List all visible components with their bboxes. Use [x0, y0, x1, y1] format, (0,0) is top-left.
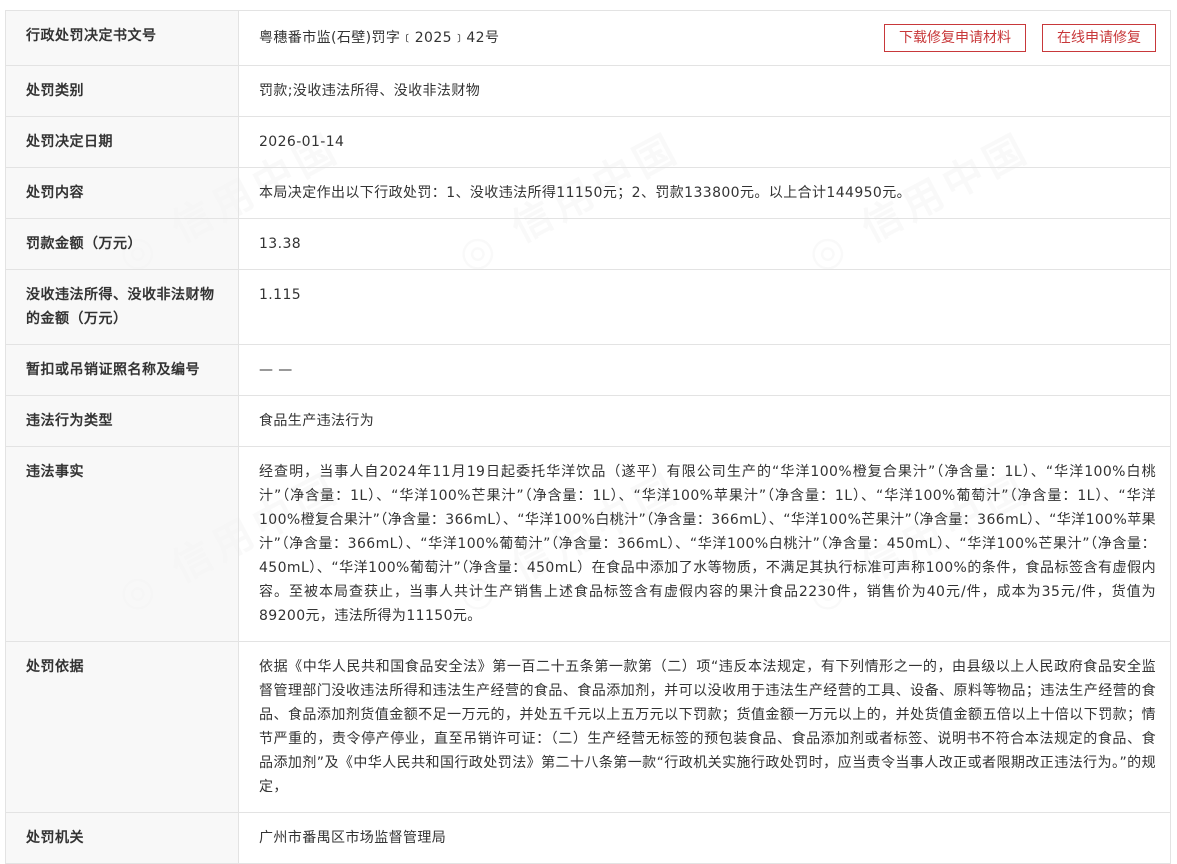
- row-label: 处罚类别: [5, 65, 239, 117]
- row-label: 处罚依据: [5, 641, 239, 813]
- row-value: 罚款;没收违法所得、没收非法财物: [238, 65, 1171, 117]
- row-label: 处罚机关: [5, 812, 239, 864]
- row-value: 1.115: [238, 269, 1171, 345]
- table-row: 处罚内容 本局决定作出以下行政处罚：1、没收违法所得11150元；2、罚款133…: [5, 167, 1171, 219]
- row-label: 罚款金额（万元）: [5, 218, 239, 270]
- table-row: 违法行为类型 食品生产违法行为: [5, 395, 1171, 447]
- repair-actions: 下载修复申请材料 在线申请修复: [884, 24, 1156, 52]
- download-repair-materials-button[interactable]: 下载修复申请材料: [884, 24, 1026, 52]
- table-row: 处罚依据 依据《中华人民共和国食品安全法》第一百二十五条第一款第（二）项“违反本…: [5, 641, 1171, 813]
- row-label: 行政处罚决定书文号: [5, 10, 239, 66]
- row-value: 经查明，当事人自2024年11月19日起委托华洋饮品（遂平）有限公司生产的“华洋…: [238, 446, 1171, 642]
- row-value: — —: [238, 344, 1171, 396]
- row-value: 13.38: [238, 218, 1171, 270]
- penalty-detail-table: 行政处罚决定书文号 粤穗番市监(石壁)罚字﹝2025﹞42号 下载修复申请材料 …: [5, 10, 1171, 864]
- row-label: 处罚决定日期: [5, 116, 239, 168]
- row-label: 违法事实: [5, 446, 239, 642]
- row-value: 依据《中华人民共和国食品安全法》第一百二十五条第一款第（二）项“违反本法规定，有…: [238, 641, 1171, 813]
- row-label: 处罚内容: [5, 167, 239, 219]
- row-value: 广州市番禺区市场监督管理局: [238, 812, 1171, 864]
- table-row: 罚款金额（万元） 13.38: [5, 218, 1171, 270]
- table-row: 处罚类别 罚款;没收违法所得、没收非法财物: [5, 65, 1171, 117]
- table-row: 违法事实 经查明，当事人自2024年11月19日起委托华洋饮品（遂平）有限公司生…: [5, 446, 1171, 642]
- table-row: 处罚决定日期 2026-01-14: [5, 116, 1171, 168]
- row-label: 没收违法所得、没收非法财物的金额（万元）: [5, 269, 239, 345]
- table-row: 暂扣或吊销证照名称及编号 — —: [5, 344, 1171, 396]
- table-row: 处罚机关 广州市番禺区市场监督管理局: [5, 812, 1171, 864]
- row-value: 粤穗番市监(石壁)罚字﹝2025﹞42号 下载修复申请材料 在线申请修复: [238, 10, 1171, 66]
- penalty-info-panel: ◎ 信用中国 ◎ 信用中国 ◎ 信用中国 ◎ 信用中国 ◎ 信用中国 ◎ 信用中…: [5, 10, 1171, 864]
- row-value: 本局决定作出以下行政处罚：1、没收违法所得11150元；2、罚款133800元。…: [238, 167, 1171, 219]
- row-label: 暂扣或吊销证照名称及编号: [5, 344, 239, 396]
- row-value: 食品生产违法行为: [238, 395, 1171, 447]
- decision-number: 粤穗番市监(石壁)罚字﹝2025﹞42号: [259, 30, 500, 46]
- table-row: 没收违法所得、没收非法财物的金额（万元） 1.115: [5, 269, 1171, 345]
- row-value: 2026-01-14: [238, 116, 1171, 168]
- row-label: 违法行为类型: [5, 395, 239, 447]
- table-row: 行政处罚决定书文号 粤穗番市监(石壁)罚字﹝2025﹞42号 下载修复申请材料 …: [5, 10, 1171, 66]
- online-repair-apply-button[interactable]: 在线申请修复: [1042, 24, 1156, 52]
